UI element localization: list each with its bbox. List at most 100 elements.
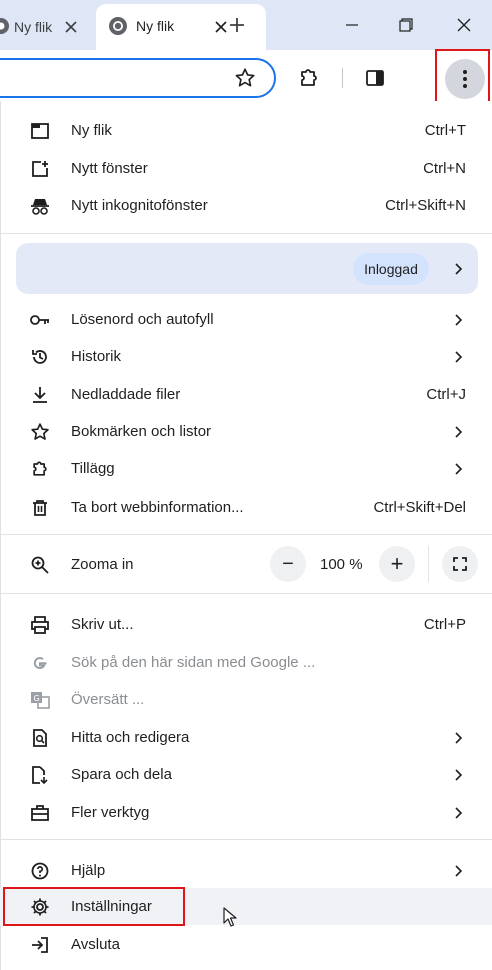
menu-item-new-window[interactable]: Nytt fönster Ctrl+N: [0, 150, 492, 187]
zoom-in-button[interactable]: +: [379, 546, 415, 582]
menu-item-label: Lösenord och autofyll: [71, 311, 214, 328]
menu-item-label: Nytt fönster: [71, 160, 148, 177]
menu-divider: [0, 233, 492, 234]
signed-in-badge: Inloggad: [353, 253, 429, 285]
menu-item-label: Ny flik: [71, 122, 112, 139]
mouse-cursor-icon: [223, 907, 237, 927]
exit-icon: [30, 935, 50, 955]
menu-item-translate: G Översätt ...: [0, 681, 492, 718]
chevron-right-icon: [455, 425, 463, 438]
highlight-box-settings: [3, 887, 185, 926]
menu-item-search-page: Sök på den här sidan med Google ...: [0, 644, 492, 681]
menu-item-incognito[interactable]: Nytt inkognitofönster Ctrl+Skift+N: [0, 187, 492, 224]
menu-item-label: Spara och dela: [71, 766, 172, 783]
chrome-favicon: [109, 17, 127, 35]
chevron-right-icon: [455, 350, 463, 363]
menu-item-shortcut: Ctrl+Skift+N: [385, 197, 466, 214]
menu-item-shortcut: Ctrl+N: [423, 160, 466, 177]
menu-item-history[interactable]: Historik: [0, 338, 492, 375]
chevron-right-icon: [455, 313, 463, 326]
menu-item-clear-data[interactable]: Ta bort webbinformation... Ctrl+Skift+De…: [0, 489, 492, 526]
close-window-icon[interactable]: [453, 14, 475, 36]
chevron-right-icon: [455, 806, 463, 819]
menu-item-label: Tillägg: [71, 460, 115, 477]
zoom-divider: [428, 546, 429, 582]
plus-icon: +: [390, 551, 404, 576]
find-icon: [30, 728, 50, 748]
menu-item-save-share[interactable]: Spara och dela: [0, 756, 492, 793]
new-window-icon: [30, 159, 50, 179]
minus-icon: −: [282, 553, 294, 575]
menu-item-label: Nytt inkognitofönster: [71, 197, 208, 214]
key-icon: [30, 310, 50, 330]
menu-item-find-edit[interactable]: Hitta och redigera: [0, 719, 492, 756]
chevron-right-icon: [455, 263, 463, 275]
menu-item-shortcut: Ctrl+Skift+Del: [373, 499, 466, 516]
translate-icon: G: [30, 690, 50, 710]
menu-item-shortcut: Ctrl+P: [423, 616, 466, 633]
download-icon: [30, 385, 50, 405]
toolbar-divider: [342, 68, 343, 88]
zoom-icon: [30, 555, 50, 575]
menu-item-print[interactable]: Skriv ut... Ctrl+P: [0, 606, 492, 643]
menu-item-label: Ta bort webbinformation...: [71, 499, 244, 516]
fullscreen-button[interactable]: [442, 546, 478, 582]
menu-item-label: Bokmärken och listor: [71, 423, 212, 440]
menu-item-label: Översätt ...: [71, 691, 145, 708]
menu-divider: [0, 593, 492, 594]
menu-item-shortcut: Ctrl+T: [424, 122, 466, 139]
menu-item-exit[interactable]: Avsluta: [0, 926, 492, 963]
tab-inactive[interactable]: Ny flik: [0, 4, 88, 50]
menu-item-label: Skriv ut...: [71, 616, 134, 633]
minimize-icon[interactable]: [341, 14, 363, 36]
toolbox-icon: [30, 803, 50, 823]
tab-strip: Ny flik Ny flik: [0, 0, 492, 50]
star-icon: [30, 422, 50, 442]
chevron-right-icon: [455, 768, 463, 781]
side-panel-icon[interactable]: [365, 68, 385, 88]
tab-title: Ny flik: [136, 18, 175, 34]
menu-item-label: Zooma in: [71, 556, 134, 573]
menu-item-label: Hjälp: [71, 862, 106, 879]
menu-item-label: Nedladdade filer: [71, 386, 181, 403]
trash-icon: [30, 498, 50, 518]
zoom-level: 100 %: [320, 556, 363, 573]
extensions-icon: [30, 459, 50, 479]
svg-text:G: G: [34, 694, 40, 703]
chevron-right-icon: [455, 731, 463, 744]
menu-item-bookmarks[interactable]: Bokmärken och listor: [0, 413, 492, 450]
save-share-icon: [30, 765, 50, 785]
google-icon: [30, 653, 50, 673]
tab-title: Ny flik: [14, 19, 53, 35]
menu-item-label: Avsluta: [71, 936, 120, 953]
menu-item-new-tab[interactable]: Ny flik Ctrl+T: [0, 112, 492, 149]
incognito-icon: [30, 196, 50, 216]
fullscreen-icon: [453, 557, 467, 571]
new-tab-plus-icon[interactable]: [226, 14, 248, 36]
close-tab-icon[interactable]: [62, 18, 80, 36]
new-tab-icon: [30, 121, 50, 141]
chevron-right-icon: [455, 864, 463, 877]
menu-item-shortcut: Ctrl+J: [426, 386, 466, 403]
menu-divider: [0, 534, 492, 535]
chrome-favicon: [0, 18, 9, 34]
extensions-icon[interactable]: [297, 66, 321, 90]
menu-item-more-tools[interactable]: Fler verktyg: [0, 794, 492, 831]
zoom-out-button[interactable]: −: [270, 546, 306, 582]
highlight-box-menu-button: [435, 49, 490, 105]
menu-divider: [0, 839, 492, 840]
menu-item-extensions[interactable]: Tillägg: [0, 450, 492, 487]
help-icon: [30, 861, 50, 881]
menu-item-zoom: Zooma in: [0, 546, 492, 583]
menu-item-help[interactable]: Hjälp: [0, 852, 492, 889]
menu-item-label: Sök på den här sidan med Google ...: [71, 654, 316, 671]
print-icon: [30, 615, 50, 635]
bookmark-star-icon[interactable]: [234, 67, 256, 89]
history-icon: [30, 347, 50, 367]
menu-item-downloads[interactable]: Nedladdade filer Ctrl+J: [0, 376, 492, 413]
chevron-right-icon: [455, 462, 463, 475]
restore-icon[interactable]: [395, 14, 417, 36]
menu-item-label: Historik: [71, 348, 122, 365]
menu-item-label: Fler verktyg: [71, 804, 150, 821]
menu-item-passwords[interactable]: Lösenord och autofyll: [0, 301, 492, 338]
